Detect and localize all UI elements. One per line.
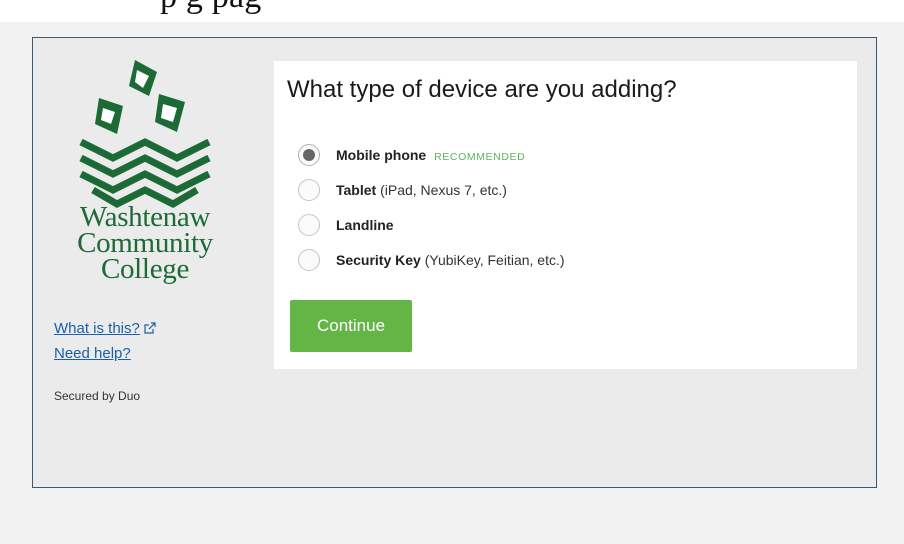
- tablet-label: Tablet: [336, 181, 377, 198]
- option-tablet[interactable]: Tablet (iPad, Nexus 7, etc.): [298, 172, 565, 207]
- option-landline[interactable]: Landline: [298, 207, 565, 242]
- mobile-phone-radio[interactable]: [298, 143, 320, 166]
- security-key-desc: (YubiKey, Feitian, etc.): [424, 251, 565, 268]
- tablet-label-group: Tablet (iPad, Nexus 7, etc.): [336, 182, 507, 198]
- what-is-this-label: What is this?: [54, 320, 140, 337]
- college-name: Washtenaw Community College: [55, 203, 235, 285]
- option-security-key[interactable]: Security Key (YubiKey, Feitian, etc.): [298, 242, 565, 277]
- page-title: What type of device are you adding?: [287, 76, 677, 103]
- device-type-options: Mobile phone RECOMMENDED Tablet (iPad, N…: [298, 137, 565, 277]
- tablet-radio[interactable]: [298, 178, 320, 201]
- recommended-badge: RECOMMENDED: [434, 150, 526, 163]
- header-partial-text: p g pag: [160, 0, 262, 16]
- what-is-this-link[interactable]: What is this?: [54, 317, 156, 342]
- mobile-phone-label: Mobile phone: [336, 146, 427, 163]
- landline-radio[interactable]: [298, 213, 320, 236]
- landline-label: Landline: [336, 216, 394, 233]
- page-header-fragment: p g pag: [0, 0, 904, 22]
- college-logo-mark: [79, 60, 211, 208]
- help-links: What is this? Need help?: [54, 317, 156, 366]
- landline-label-group: Landline: [336, 217, 394, 233]
- secured-by-duo: Secured by Duo: [54, 389, 141, 403]
- external-link-icon: [144, 318, 156, 342]
- security-key-radio[interactable]: [298, 248, 320, 271]
- need-help-link[interactable]: Need help?: [54, 342, 156, 366]
- continue-button[interactable]: Continue: [290, 300, 412, 352]
- security-key-label-group: Security Key (YubiKey, Feitian, etc.): [336, 252, 565, 268]
- college-name-line-3: College: [100, 253, 190, 285]
- option-mobile-phone[interactable]: Mobile phone RECOMMENDED: [298, 137, 565, 172]
- tablet-desc: (iPad, Nexus 7, etc.): [380, 181, 507, 198]
- duo-frame: Washtenaw Community College What is this…: [32, 37, 877, 488]
- sidebar: Washtenaw Community College What is this…: [33, 38, 273, 487]
- college-logo: Washtenaw Community College: [55, 58, 235, 328]
- mobile-phone-label-group: Mobile phone RECOMMENDED: [336, 147, 525, 163]
- security-key-label: Security Key: [336, 251, 421, 268]
- device-selection-card: What type of device are you adding? Mobi…: [274, 61, 857, 369]
